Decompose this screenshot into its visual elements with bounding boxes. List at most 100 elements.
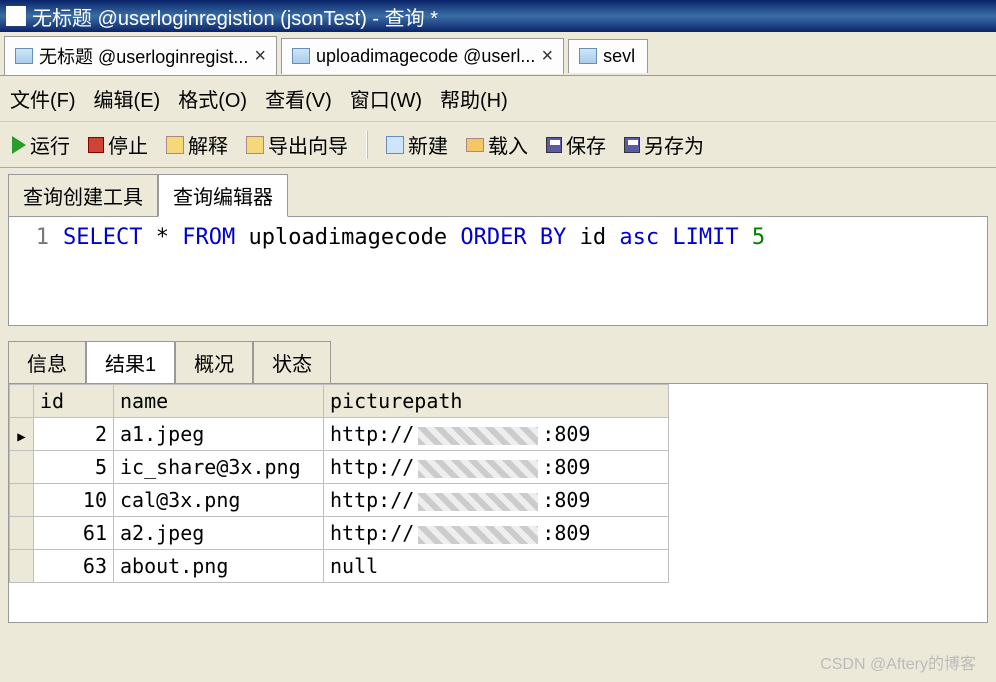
cell-id[interactable]: 63: [34, 550, 114, 583]
menu-view[interactable]: 查看(V): [265, 84, 332, 113]
doc-tab-label: 无标题 @userloginregist...: [39, 43, 248, 69]
col-picturepath[interactable]: picturepath: [324, 385, 669, 418]
window-titlebar: 无标题 @userloginregistion (jsonTest) - 查询 …: [0, 0, 996, 32]
save-button[interactable]: 保存: [542, 128, 610, 161]
play-icon: [12, 136, 26, 154]
saveas-icon: [624, 137, 640, 153]
cell-id[interactable]: 5: [34, 451, 114, 484]
row-header[interactable]: [10, 550, 34, 583]
menu-edit[interactable]: 编辑(E): [94, 84, 161, 113]
export-icon: [246, 136, 264, 154]
saveas-label: 另存为: [644, 130, 704, 159]
cell-id[interactable]: 2: [34, 418, 114, 451]
cell-picturepath[interactable]: http://:809: [324, 484, 669, 517]
doc-tab-3[interactable]: sevl: [568, 39, 648, 73]
tab-profile[interactable]: 概况: [175, 341, 253, 383]
tab-info[interactable]: 信息: [8, 341, 86, 383]
tab-status[interactable]: 状态: [253, 341, 331, 383]
cell-name[interactable]: cal@3x.png: [114, 484, 324, 517]
run-label: 运行: [30, 130, 70, 159]
cell-name[interactable]: a2.jpeg: [114, 517, 324, 550]
kw-limit: LIMIT: [672, 225, 738, 250]
explain-label: 解释: [188, 130, 228, 159]
load-label: 载入: [488, 130, 528, 159]
sql-col: id: [580, 225, 607, 250]
cell-name[interactable]: about.png: [114, 550, 324, 583]
save-label: 保存: [566, 130, 606, 159]
stop-button[interactable]: 停止: [84, 128, 152, 161]
folder-icon: [466, 138, 484, 152]
menu-help[interactable]: 帮助(H): [440, 84, 508, 113]
document-tabs: 无标题 @userloginregist... × uploadimagecod…: [0, 32, 996, 76]
tab-result1[interactable]: 结果1: [86, 341, 175, 383]
redacted-icon: [418, 460, 538, 478]
save-icon: [546, 137, 562, 153]
separator: [366, 131, 368, 159]
window-title: 无标题 @userloginregistion (jsonTest) - 查询 …: [32, 2, 438, 31]
row-header[interactable]: [10, 484, 34, 517]
col-id[interactable]: id: [34, 385, 114, 418]
stop-label: 停止: [108, 130, 148, 159]
row-header[interactable]: [10, 451, 34, 484]
row-header[interactable]: [10, 517, 34, 550]
sql-code[interactable]: SELECT * FROM uploadimagecode ORDER BY i…: [59, 217, 769, 325]
header-row: id name picturepath: [10, 385, 669, 418]
table-row[interactable]: 61a2.jpeghttp://:809: [10, 517, 669, 550]
menu-window[interactable]: 窗口(W): [350, 84, 422, 113]
explain-icon: [166, 136, 184, 154]
sql-table: uploadimagecode: [248, 225, 447, 250]
kw-star: *: [156, 225, 169, 250]
cell-picturepath[interactable]: http://:809: [324, 451, 669, 484]
watermark: CSDN @Aftery的博客: [820, 650, 976, 674]
load-button[interactable]: 载入: [462, 128, 532, 161]
close-icon[interactable]: ×: [254, 45, 266, 68]
export-label: 导出向导: [268, 130, 348, 159]
doc-tab-2[interactable]: uploadimagecode @userl... ×: [281, 38, 564, 74]
table-icon: [579, 48, 597, 64]
line-gutter: 1: [9, 217, 59, 325]
kw-select: SELECT: [63, 225, 142, 250]
run-button[interactable]: 运行: [8, 128, 74, 161]
menu-format[interactable]: 格式(O): [178, 84, 247, 113]
table-row[interactable]: 5ic_share@3x.pnghttp://:809: [10, 451, 669, 484]
doc-tab-label: uploadimagecode @userl...: [316, 46, 535, 67]
table-row[interactable]: 2a1.jpeghttp://:809: [10, 418, 669, 451]
sql-editor[interactable]: 1 SELECT * FROM uploadimagecode ORDER BY…: [8, 216, 988, 326]
line-number: 1: [36, 225, 49, 250]
table-row[interactable]: 10cal@3x.pnghttp://:809: [10, 484, 669, 517]
explain-button[interactable]: 解释: [162, 128, 232, 161]
cell-picturepath[interactable]: null: [324, 550, 669, 583]
table-row[interactable]: 63about.pngnull: [10, 550, 669, 583]
cell-picturepath[interactable]: http://:809: [324, 418, 669, 451]
result-tabs: 信息 结果1 概况 状态: [0, 327, 996, 383]
tab-query-editor[interactable]: 查询编辑器: [158, 174, 288, 217]
cell-picturepath[interactable]: http://:809: [324, 517, 669, 550]
table-icon: [15, 48, 33, 64]
result-grid: id name picturepath 2a1.jpeghttp://:8095…: [8, 383, 988, 623]
menu-file[interactable]: 文件(F): [10, 84, 76, 113]
cell-name[interactable]: ic_share@3x.png: [114, 451, 324, 484]
kw-from: FROM: [182, 225, 235, 250]
export-button[interactable]: 导出向导: [242, 128, 352, 161]
redacted-icon: [418, 493, 538, 511]
doc-tab-label: sevl: [603, 46, 635, 67]
app-icon: [6, 6, 26, 26]
table-icon: [292, 48, 310, 64]
cell-name[interactable]: a1.jpeg: [114, 418, 324, 451]
result-table[interactable]: id name picturepath 2a1.jpeghttp://:8095…: [9, 384, 669, 583]
saveas-button[interactable]: 另存为: [620, 128, 708, 161]
cell-id[interactable]: 61: [34, 517, 114, 550]
new-label: 新建: [408, 130, 448, 159]
cell-id[interactable]: 10: [34, 484, 114, 517]
stop-icon: [88, 137, 104, 153]
close-icon[interactable]: ×: [541, 45, 553, 68]
new-button[interactable]: 新建: [382, 128, 452, 161]
doc-tab-1[interactable]: 无标题 @userloginregist... ×: [4, 36, 277, 75]
kw-orderby: ORDER BY: [460, 225, 566, 250]
sql-limit-n: 5: [752, 225, 765, 250]
tab-query-builder[interactable]: 查询创建工具: [8, 174, 158, 217]
new-icon: [386, 136, 404, 154]
row-header[interactable]: [10, 418, 34, 451]
col-name[interactable]: name: [114, 385, 324, 418]
kw-asc: asc: [619, 225, 659, 250]
